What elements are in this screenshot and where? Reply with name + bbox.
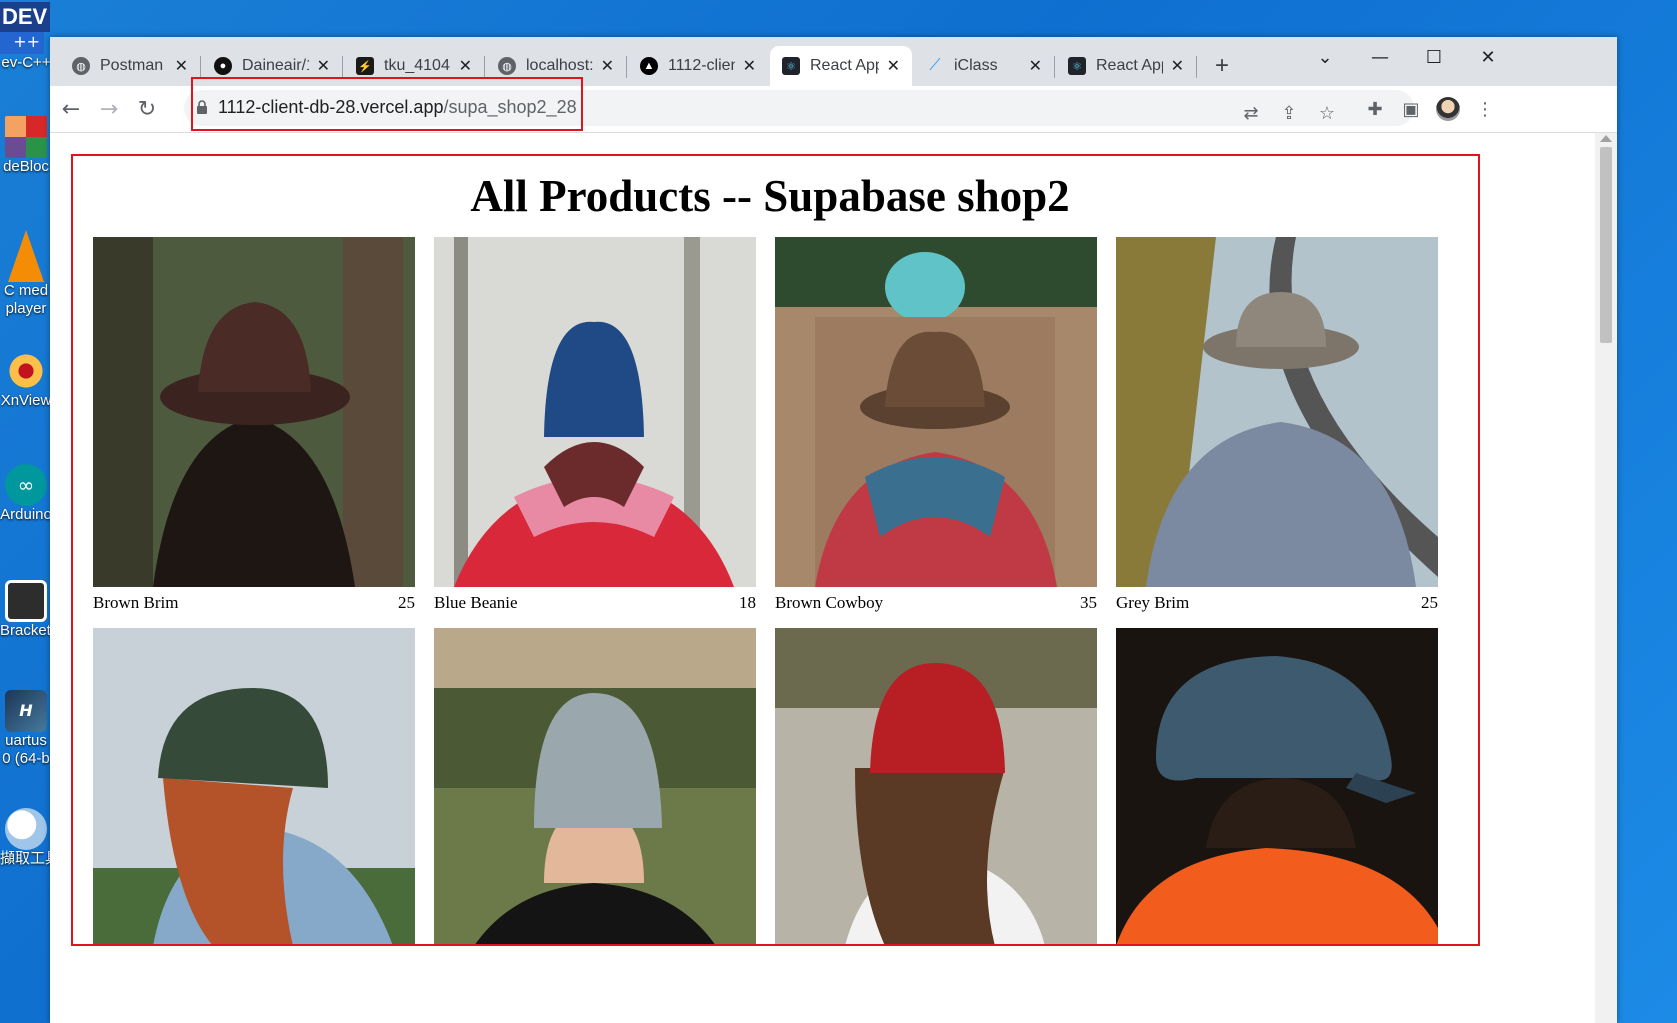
desktop-icon-strip: DEV ++ ev-C++ deBloc C med player XnView… [0,0,52,1023]
extensions-puzzle-icon[interactable]: ✚ [1360,94,1390,124]
desktop-icon-label: Arduino [0,506,52,523]
product-name: Brown Cowboy [775,593,884,612]
close-icon[interactable]: ✕ [1171,56,1184,76]
profile-avatar[interactable] [1433,94,1463,124]
product-image[interactable] [775,628,1097,946]
iclass-icon: ⟋ [929,57,941,74]
forward-arrow-icon[interactable]: → [94,94,124,124]
share-icon[interactable]: ⇪ [1274,98,1304,128]
product-image[interactable] [93,628,415,946]
close-icon[interactable]: ✕ [601,56,614,76]
brackets-icon[interactable]: Brackets [0,580,52,640]
maximize-button[interactable]: ☐ [1406,37,1462,77]
xnview-eye-icon[interactable]: XnView [0,350,52,410]
new-tab-button[interactable]: + [1202,46,1242,86]
product-price: 35 [1080,593,1097,612]
product-meta: Brown Brim 25 [93,593,415,613]
desktop-icon-label: C med [3,282,49,299]
product-meta: Blue Beanie 18 [434,593,756,613]
codeblocks-icon[interactable]: deBloc [0,116,52,176]
product-name: Grey Brim [1116,593,1190,612]
vercel-icon: ▲ [640,57,658,75]
close-icon[interactable]: ✕ [459,56,472,76]
snipping-tool-icon[interactable]: 擷取工具 [0,808,52,868]
translate-icon[interactable]: ⇄ [1236,98,1266,128]
desktop-icon-label: uartus [5,732,47,749]
green-app-icon: ⚡ [356,57,374,75]
tab-react-app[interactable]: ⚛ React App ✕ [1056,46,1196,86]
arduino-icon[interactable]: ∞ Arduino [0,464,52,524]
back-arrow-icon[interactable]: ← [56,94,86,124]
close-window-button[interactable]: ✕ [1460,37,1516,77]
desktop-icon-label: ev-C++ [1,54,51,71]
product-name: Blue Beanie [434,593,518,612]
desktop-icon-label: 擷取工具 [0,850,52,867]
tab-vercel[interactable]: ▲ 1112-clien ✕ [628,46,768,86]
close-icon[interactable]: ✕ [887,56,900,76]
product-card[interactable] [93,628,415,952]
product-card[interactable] [1116,628,1438,952]
product-name: Brown Brim [93,593,179,612]
product-meta: Brown Cowboy 35 [775,593,1097,613]
side-panel-icon[interactable]: ▣ [1396,94,1426,124]
desktop-icon-label: player [5,300,47,317]
product-card[interactable]: Blue Beanie 18 [434,237,756,613]
close-icon[interactable]: ✕ [317,56,330,76]
product-price: 18 [739,593,756,612]
product-image[interactable] [93,237,415,587]
desktop-icon-label: 0 (64-b [2,750,50,767]
bookmark-star-icon[interactable]: ☆ [1312,98,1342,128]
dev-cpp-logo: DEV [0,2,50,32]
product-price: 25 [398,593,415,612]
github-icon: ● [214,57,232,75]
product-image[interactable] [1116,237,1438,587]
desktop-icon-label: XnView [0,392,52,409]
react-icon: ⚛ [782,57,800,75]
globe-icon: ◍ [498,57,516,75]
product-image[interactable] [434,628,756,946]
globe-icon: ◍ [72,57,90,75]
vertical-scrollbar[interactable] [1595,133,1617,1023]
tab-iclass[interactable]: ⟋ iClass ✕ [914,46,1054,86]
close-icon[interactable]: ✕ [175,56,188,76]
scroll-thumb[interactable] [1600,147,1612,343]
page-title: All Products -- Supabase shop2 [470,171,1070,221]
product-card[interactable]: Brown Brim 25 [93,237,415,613]
scroll-up-arrow-icon[interactable] [1600,135,1612,142]
close-icon[interactable]: ✕ [743,56,756,76]
close-icon[interactable]: ✕ [1029,56,1042,76]
product-card[interactable] [775,628,1097,952]
vlc-cone-icon[interactable]: C med player [0,230,52,318]
product-card[interactable] [434,628,756,952]
tab-react-app-active[interactable]: ⚛ React App ✕ [770,46,912,86]
product-image[interactable] [1116,628,1438,946]
quartus-icon[interactable]: H uartus 0 (64-b [0,690,52,768]
minimize-button[interactable]: — [1352,37,1408,77]
reload-icon[interactable]: ↻ [132,94,162,124]
product-meta: Grey Brim 25 [1116,593,1438,613]
dev-cpp-icon[interactable]: DEV ++ ev-C++ [0,2,52,72]
desktop-icon-label: Brackets [0,622,52,639]
product-image[interactable] [775,237,1097,587]
product-price: 25 [1421,593,1438,612]
menu-kebab-icon[interactable]: ⋮ [1470,94,1500,124]
product-card[interactable]: Grey Brim 25 [1116,237,1438,613]
url-highlight-box [191,77,583,131]
react-icon: ⚛ [1068,57,1086,75]
product-card[interactable]: Brown Cowboy 35 [775,237,1097,613]
tab-postman[interactable]: ◍ Postman - ✕ [60,46,200,86]
product-image[interactable] [434,237,756,587]
tab-search-chevron-icon[interactable]: ⌄ [1297,37,1353,77]
